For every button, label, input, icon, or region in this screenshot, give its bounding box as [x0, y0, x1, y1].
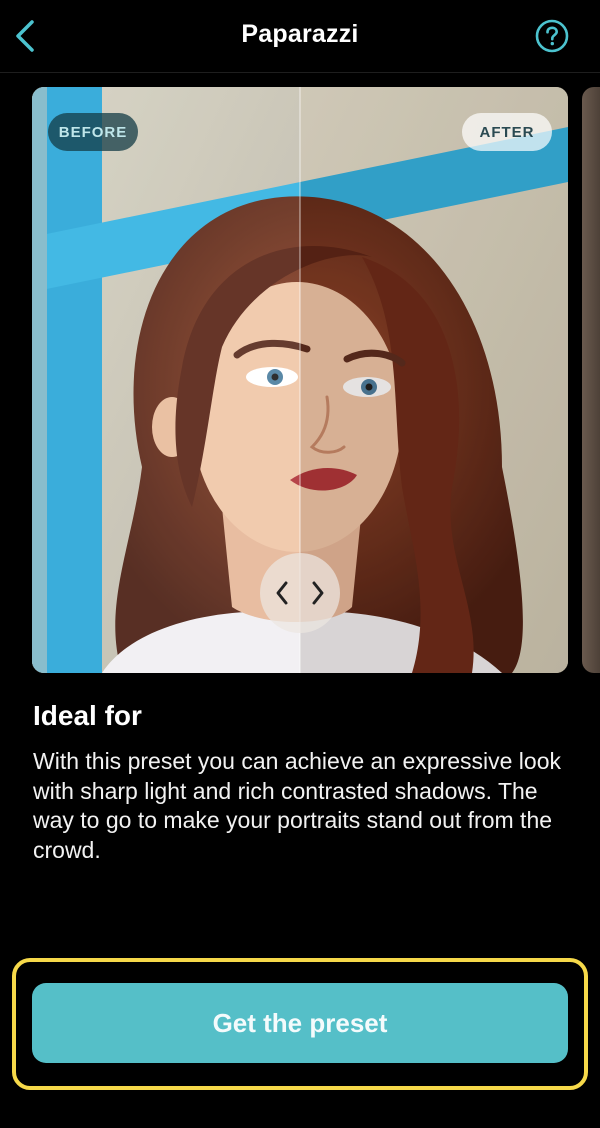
before-label: BEFORE	[48, 113, 138, 151]
section-title: Ideal for	[33, 700, 142, 731]
next-preset-card[interactable]	[582, 87, 600, 673]
page-title: Paparazzi	[241, 20, 359, 48]
before-after-preview[interactable]: BEFORE AFTER	[32, 87, 568, 673]
get-preset-button[interactable]: Get the preset	[32, 983, 568, 1063]
after-label: AFTER	[462, 113, 552, 151]
section-description: With this preset you can achieve an expr…	[33, 748, 561, 863]
question-circle-icon	[535, 19, 569, 53]
top-bar: Paparazzi	[0, 0, 600, 73]
compare-slider-handle[interactable]	[260, 553, 340, 633]
help-button[interactable]	[535, 19, 569, 53]
left-right-chevrons-icon	[276, 581, 324, 605]
